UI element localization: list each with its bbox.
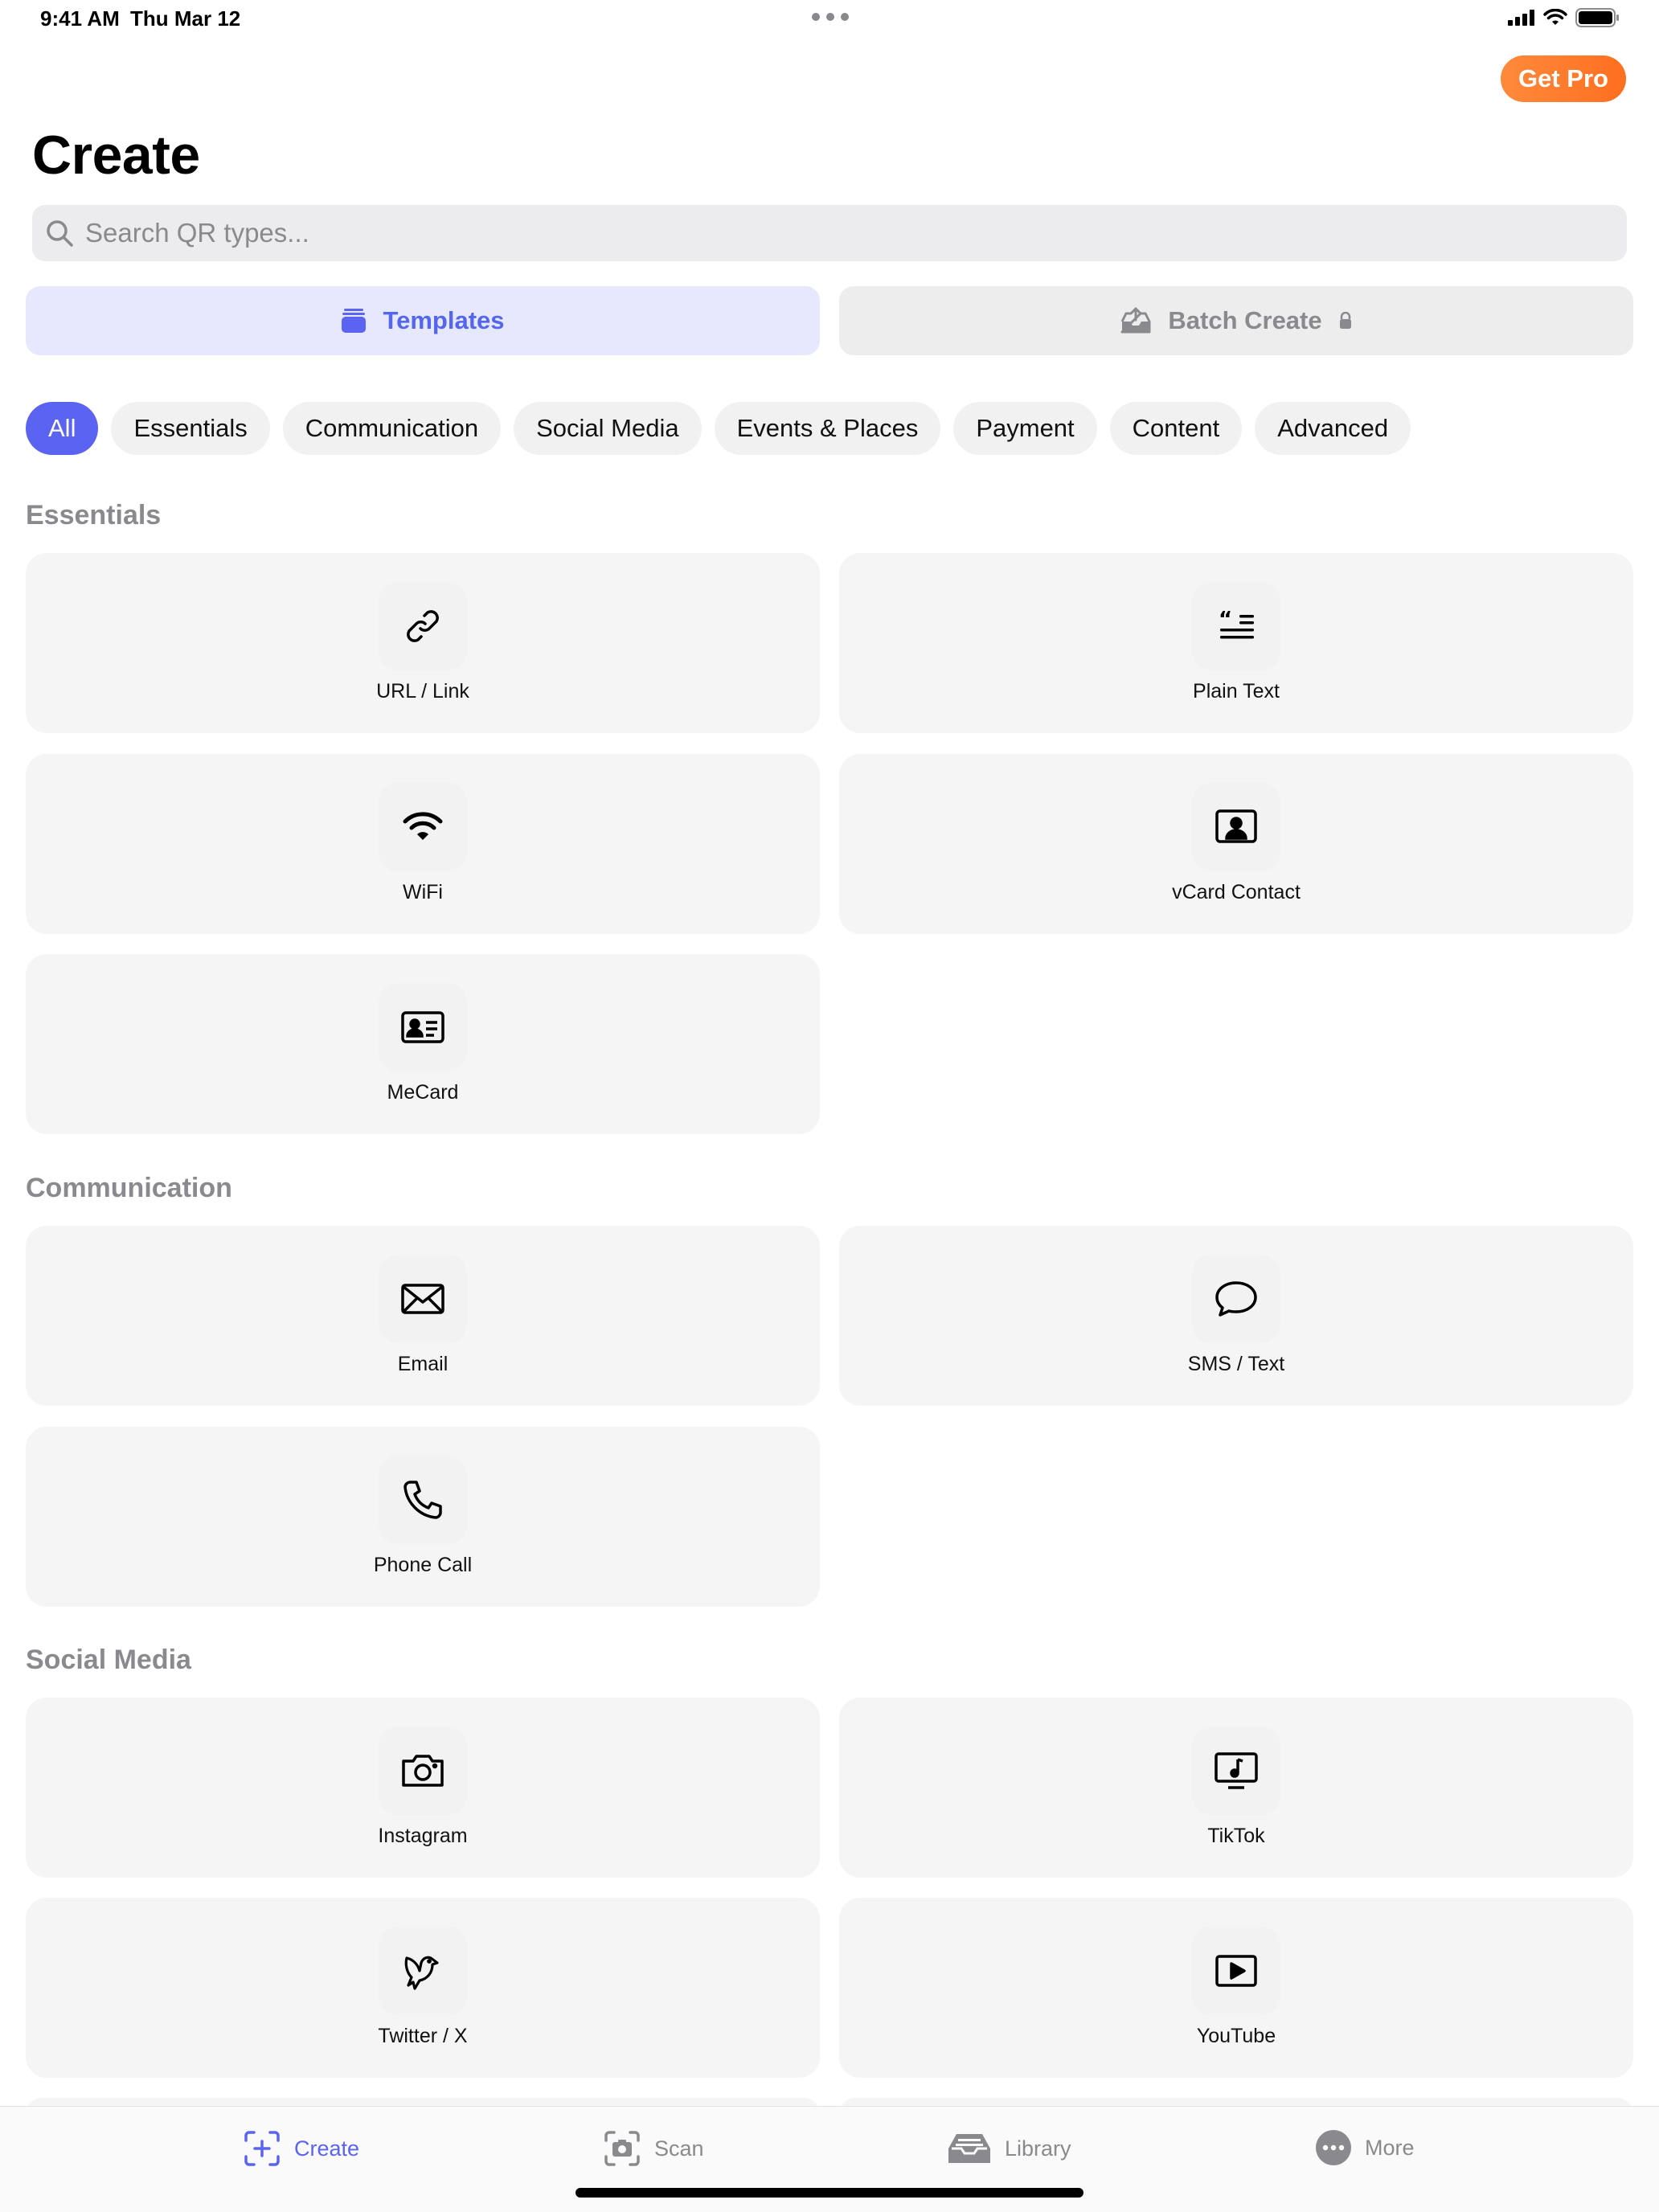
id-card-icon xyxy=(379,983,467,1071)
scan-camera-icon xyxy=(604,2131,640,2166)
card-twitter-x[interactable]: Twitter / X xyxy=(26,1898,820,2078)
card-label: TikTok xyxy=(1207,1825,1265,1847)
card-sms-text[interactable]: SMS / Text xyxy=(839,1226,1633,1406)
page-title: Create xyxy=(32,125,200,186)
card-label: URL / Link xyxy=(376,680,469,703)
tab-create-label: Create xyxy=(294,2136,360,2161)
card-instagram[interactable]: Instagram xyxy=(26,1698,820,1878)
system-indicators xyxy=(1508,8,1620,27)
card-plain-text[interactable]: “ Plain Text xyxy=(839,553,1633,733)
category-filter-chips: All Essentials Communication Social Medi… xyxy=(26,402,1411,455)
wifi-status-icon xyxy=(1543,9,1567,25)
stack-icon xyxy=(342,309,367,333)
status-time: 9:41 AM xyxy=(40,6,120,31)
create-tab-icon xyxy=(244,2131,280,2166)
batch-create-button[interactable]: Batch Create xyxy=(839,286,1633,355)
search-icon xyxy=(47,220,73,247)
tab-scan[interactable]: Scan xyxy=(603,2129,704,2168)
text-quote-icon: “ xyxy=(1192,582,1280,670)
card-label: WiFi xyxy=(403,881,443,903)
card-phone-call[interactable]: Phone Call xyxy=(26,1427,820,1607)
card-label: Twitter / X xyxy=(378,2025,468,2047)
templates-label: Templates xyxy=(383,306,505,334)
card-youtube[interactable]: YouTube xyxy=(839,1898,1633,2078)
templates-button[interactable]: Templates xyxy=(26,286,820,355)
music-tv-icon xyxy=(1192,1727,1280,1815)
tab-scan-label: Scan xyxy=(654,2136,704,2161)
batch-create-label: Batch Create xyxy=(1168,306,1322,334)
chip-payment[interactable]: Payment xyxy=(953,402,1097,455)
more-ellipsis-icon xyxy=(1316,2130,1351,2165)
card-wifi[interactable]: WiFi xyxy=(26,754,820,934)
section-title-essentials: Essentials xyxy=(26,500,162,530)
card-label: vCard Contact xyxy=(1172,881,1301,903)
chip-events-places[interactable]: Events & Places xyxy=(714,402,941,455)
card-vcard-contact[interactable]: vCard Contact xyxy=(839,754,1633,934)
camera-icon xyxy=(379,1727,467,1815)
bird-icon xyxy=(379,1927,467,2015)
card-mecard[interactable]: MeCard xyxy=(26,954,820,1134)
card-label: MeCard xyxy=(387,1081,459,1104)
tray-icon xyxy=(948,2134,990,2163)
tab-more[interactable]: More xyxy=(1315,2129,1415,2166)
status-bar: 9:41 AM Thu Mar 12 xyxy=(0,0,1659,40)
search-bar[interactable] xyxy=(32,205,1627,261)
play-rectangle-icon xyxy=(1192,1927,1280,2015)
phone-icon xyxy=(379,1456,467,1544)
status-date: Thu Mar 12 xyxy=(130,6,241,31)
tab-library-label: Library xyxy=(1005,2136,1071,2161)
card-label: YouTube xyxy=(1196,2025,1276,2047)
multitasking-dots-icon[interactable] xyxy=(812,13,849,21)
card-label: Instagram xyxy=(378,1825,468,1847)
link-icon xyxy=(379,582,467,670)
card-url-link[interactable]: URL / Link xyxy=(26,553,820,733)
cellular-signal-icon xyxy=(1508,10,1534,26)
section-title-communication: Communication xyxy=(26,1173,232,1203)
search-input[interactable] xyxy=(85,218,1532,248)
lock-icon xyxy=(1339,312,1351,329)
card-email[interactable]: Email xyxy=(26,1226,820,1406)
tab-create[interactable]: Create xyxy=(243,2129,359,2168)
envelope-icon xyxy=(379,1255,467,1343)
card-label: Phone Call xyxy=(373,1554,473,1576)
tab-library[interactable]: Library xyxy=(947,2129,1071,2168)
chip-all[interactable]: All xyxy=(26,402,99,455)
wifi-icon xyxy=(379,783,467,871)
tab-more-label: More xyxy=(1365,2135,1415,2160)
section-title-social-media: Social Media xyxy=(26,1645,191,1675)
chip-essentials[interactable]: Essentials xyxy=(111,402,270,455)
card-label: SMS / Text xyxy=(1187,1353,1285,1375)
battery-icon xyxy=(1575,8,1619,27)
card-label: Plain Text xyxy=(1193,680,1280,703)
get-pro-button[interactable]: Get Pro xyxy=(1501,55,1626,102)
chip-advanced[interactable]: Advanced xyxy=(1255,402,1411,455)
chat-bubble-icon xyxy=(1192,1255,1280,1343)
chip-social-media[interactable]: Social Media xyxy=(514,402,702,455)
home-indicator[interactable] xyxy=(576,2188,1083,2198)
contact-icon xyxy=(1192,783,1280,871)
card-label: Email xyxy=(397,1353,449,1375)
tray-upload-icon xyxy=(1120,307,1151,334)
svg-text:“: “ xyxy=(1219,608,1232,632)
chip-communication[interactable]: Communication xyxy=(282,402,502,455)
chip-content[interactable]: Content xyxy=(1109,402,1243,455)
card-tiktok[interactable]: TikTok xyxy=(839,1698,1633,1878)
